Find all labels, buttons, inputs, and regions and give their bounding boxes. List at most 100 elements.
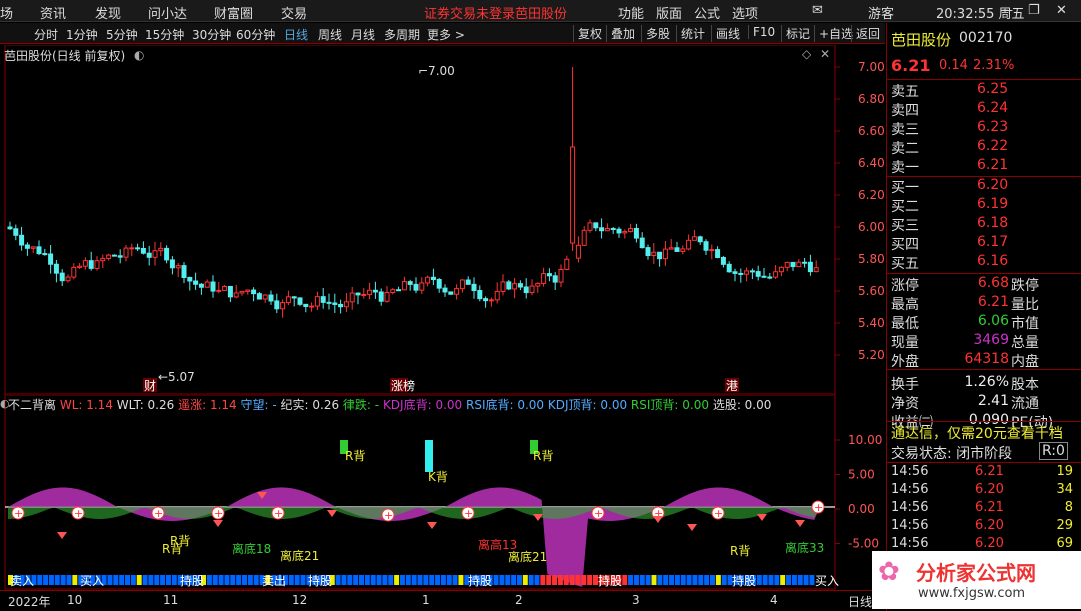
panel-close-icon[interactable]: ✕ [820,47,830,61]
collapse-icon[interactable]: ◐ [134,48,144,62]
position-bar [382,575,388,585]
indicator-panel[interactable]: 10.00 5.00 0.00 -5.00 + + + + + + + + + + + R背 K背 R背 离底18 离… [0,394,885,590]
position-bar [797,575,803,585]
guest-label[interactable]: 游客 [868,3,894,22]
restore-icon[interactable]: ❐ [1028,3,1040,18]
menu-item-right[interactable]: 版面 [656,3,682,22]
menu-item[interactable]: 发现 [95,3,121,22]
period-tab[interactable]: 月线 [351,26,375,43]
stat-label: 涨停 [891,278,919,294]
position-label: 持股 [732,573,756,588]
period-tab[interactable]: 15分钟 [145,26,184,43]
close-icon[interactable]: ✕ [1056,3,1067,18]
menu-item-right[interactable]: 功能 [618,3,644,22]
stat-value: 64318 [964,351,1009,367]
plus-glyph: + [714,507,723,520]
price-chart[interactable]: 芭田股份(日线 前复权) 7.00 6.80 6.60 6.40 6.20 6.00 5.8… [0,44,885,395]
period-tab[interactable]: 分时 [34,26,58,43]
bid-row: 买一 6.20 [891,177,1081,197]
candle-body [651,251,657,257]
menu-item[interactable]: 场 [0,3,13,22]
menu-item[interactable]: 财富圈 [214,3,253,22]
bid-price: 6.20 [977,177,1009,193]
time-tick-label: 3 [632,593,640,607]
signal-label: 离底33 [785,540,824,555]
stat-label-right: 流通 [1011,396,1039,412]
ask-label: 卖三 [891,122,919,138]
tool-button[interactable]: 叠加 [606,25,635,42]
tool-button[interactable]: 画线 [711,25,740,42]
position-bar [680,575,686,585]
stock-link[interactable]: 芭田股份 [515,3,567,22]
tool-button[interactable]: 标记 [781,25,810,42]
indicator-name[interactable]: 不二背离 [8,398,60,412]
time-mode-label[interactable]: 日线 [848,593,872,610]
position-bar [160,575,166,585]
stat-label: 换手 [891,377,919,393]
stat-row: 外盘 64318 内盘 [891,351,1081,371]
tick-volume: 29 [1056,518,1073,533]
legend-item: 守望: - [240,398,281,412]
period-tab[interactable]: 5分钟 [106,26,138,43]
position-bar [563,575,569,585]
period-tab[interactable]: 多周期 [384,26,420,43]
period-tab[interactable]: 周线 [318,26,342,43]
period-tab[interactable]: 更多 > [427,26,465,43]
tool-button[interactable]: 返回 [851,25,880,42]
menu-item[interactable]: 交易 [281,3,307,22]
legend-item: 律跌: - [342,398,383,412]
candle-body [633,227,639,239]
signal-label: 离底21 [508,549,547,564]
mail-icon[interactable]: ✉ [812,3,823,18]
stat-label-right: 量比 [1011,297,1039,313]
status-button[interactable]: R:0 [1039,442,1068,460]
candle-body [135,247,141,250]
candle-body [13,228,19,236]
candle-body [378,291,384,302]
minimize-icon[interactable]: — [1000,3,1013,18]
sell-signal-icon [327,510,337,517]
tick-time: 14:56 [891,536,929,551]
signal-label: R背 [730,544,750,558]
period-tab[interactable]: 60分钟 [236,26,275,43]
position-bar [803,575,809,585]
indicator-collapse-icon[interactable]: ◐ [0,397,10,410]
last-price: 6.21 [891,56,931,75]
menu-item-right[interactable]: 公式 [694,3,720,22]
tool-button[interactable]: 复权 [573,25,602,42]
plus-glyph: + [14,507,23,520]
login-warning[interactable]: 证券交易未登录 [424,3,515,22]
legend-item: RSI底背: 0.00 [465,398,548,412]
diamond-icon[interactable]: ◇ [802,47,811,61]
stock-code: 002170 [959,30,1013,46]
menu-item-right[interactable]: 选项 [732,3,758,22]
stat-label: 最低 [891,316,919,332]
tool-button[interactable]: 统计 [676,25,705,42]
candle-body [175,265,181,269]
menu-item[interactable]: 资讯 [40,3,66,22]
candle-body [169,259,175,269]
legend-item: RSI顶背: 0.00 [630,398,713,412]
promo-banner[interactable]: 通达信，仅需20元查看千档 [891,423,1079,443]
stat-label: 外盘 [891,354,919,370]
menu-item[interactable]: 问小达 [148,3,187,22]
bid-label: 买三 [891,218,919,234]
position-bar [511,575,517,585]
period-tab[interactable]: 30分钟 [192,26,231,43]
position-bar [552,575,558,585]
tool-button[interactable]: 多股 [641,25,670,42]
indicator-svg[interactable]: 10.005.000.00-5.00+ + + + + + + + + + +R背K背R背离底18 离… [0,394,885,590]
candle-body [454,288,460,295]
candlestick-svg[interactable]: 7.00 6.80 6.60 6.40 6.20 6.00 5.80 5.60 5.40 5.20… [0,44,885,395]
plus-glyph: + [274,507,283,520]
position-bar [60,575,66,585]
candle-body [459,279,465,290]
tool-button[interactable]: F10 [748,25,775,39]
bid-label: 买二 [891,199,919,215]
candle-body [227,285,233,298]
period-tab[interactable]: 1分钟 [66,26,98,43]
period-tab[interactable]: 日线 [284,26,308,43]
legend-item: 纪实: 0.26 [280,398,343,412]
tool-button[interactable]: +自选 [814,25,853,42]
time-tick-label: 11 [163,593,179,607]
